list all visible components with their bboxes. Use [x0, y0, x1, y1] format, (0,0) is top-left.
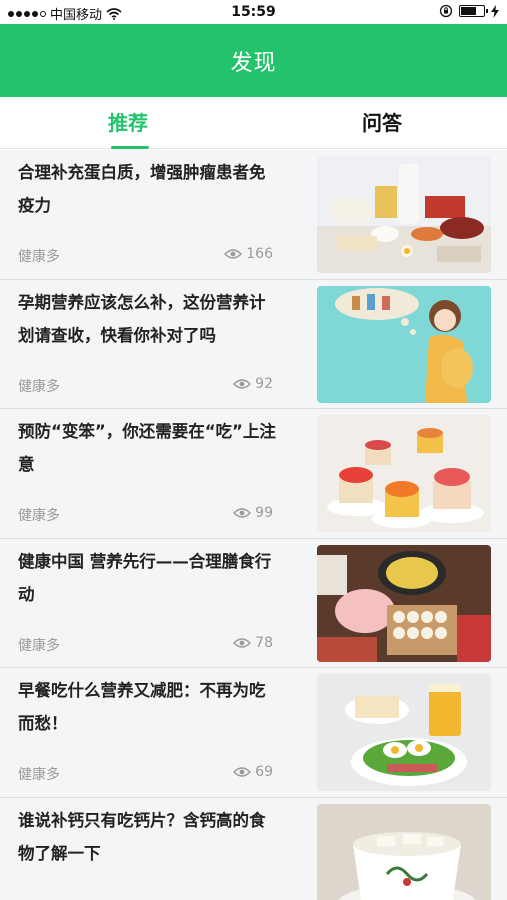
pregnant-woman-illustration-image: [317, 285, 491, 403]
article-views: 92: [233, 376, 273, 392]
article-thumbnail[interactable]: [317, 803, 491, 900]
article-item[interactable]: 健康中国 营养先行——合理膳食行动 健康多 78: [0, 539, 507, 668]
article-title: 谁说补钙只有吃钙片？含钙高的食物了解一下: [18, 810, 266, 863]
article-item[interactable]: 孕期营养应该怎么补，这份营养计划请查收，快看你补对了吗 健康多 92: [0, 280, 507, 409]
view-count: 78: [255, 634, 273, 651]
article-title: 健康中国 营养先行——合理膳食行动: [18, 551, 272, 604]
article-thumbnail[interactable]: [317, 285, 491, 403]
breakfast-plate-image: [317, 674, 491, 791]
article-title: 孕期营养应该怎么补，这份营养计划请查收，快看你补对了吗: [18, 292, 266, 345]
article-item[interactable]: 谁说补钙只有吃钙片？含钙高的食物了解一下: [0, 798, 507, 900]
charging-bolt-icon: [491, 4, 499, 18]
article-thumbnail[interactable]: [317, 544, 491, 662]
app-bar: 发现: [0, 24, 507, 97]
eye-icon: [233, 637, 252, 648]
article-source: 健康多: [18, 637, 60, 654]
article-feed[interactable]: 合理补充蛋白质，增强肿瘤患者免疫力 健康多 166 孕期营养应该怎么补，这份营养…: [0, 150, 507, 900]
market-foods-image: [317, 544, 491, 662]
article-thumbnail[interactable]: [317, 415, 491, 532]
desserts-image: [317, 415, 491, 532]
tab-bar: 推荐 问答: [0, 97, 507, 149]
battery-icon: [459, 5, 488, 17]
eye-icon: [224, 249, 243, 259]
article-source: 健康多: [18, 378, 60, 395]
eye-icon: [233, 378, 252, 389]
article-title: 合理补充蛋白质，增强肿瘤患者免疫力: [18, 163, 266, 215]
tab-recommend[interactable]: 推荐: [28, 97, 228, 149]
protein-foods-image: [317, 156, 491, 273]
article-views: 99: [233, 505, 273, 521]
view-count: 92: [255, 375, 273, 392]
orientation-lock-icon: [439, 4, 453, 18]
article-title: 早餐吃什么营养又减肥：不再为吃而愁！: [18, 681, 266, 733]
article-views: 78: [233, 635, 273, 651]
active-tab-indicator: [111, 146, 149, 149]
eye-icon: [233, 508, 252, 518]
status-bar: 中国移动 15:59: [0, 0, 507, 24]
article-title: 预防“变笨”，你还需要在“吃”上注意: [18, 422, 276, 474]
page-title: 发现: [230, 50, 277, 76]
article-source: 健康多: [18, 508, 60, 524]
tab-qa[interactable]: 问答: [282, 97, 482, 149]
article-views: 166: [224, 246, 273, 262]
article-thumbnail[interactable]: [317, 674, 491, 791]
article-item[interactable]: 早餐吃什么营养又减肥：不再为吃而愁！ 健康多 69: [0, 668, 507, 798]
article-thumbnail[interactable]: [317, 156, 491, 273]
view-count: 99: [255, 505, 273, 521]
view-count: 166: [246, 246, 273, 262]
status-right: [439, 4, 499, 18]
view-count: 69: [255, 764, 273, 780]
eye-icon: [233, 767, 252, 777]
article-source: 健康多: [18, 249, 60, 265]
article-views: 69: [233, 764, 273, 780]
article-item[interactable]: 合理补充蛋白质，增强肿瘤患者免疫力 健康多 166: [0, 150, 507, 280]
tofu-soup-image: [317, 803, 491, 900]
status-time: 15:59: [231, 4, 276, 20]
article-source: 健康多: [18, 767, 60, 783]
article-item[interactable]: 预防“变笨”，你还需要在“吃”上注意 健康多 99: [0, 409, 507, 539]
